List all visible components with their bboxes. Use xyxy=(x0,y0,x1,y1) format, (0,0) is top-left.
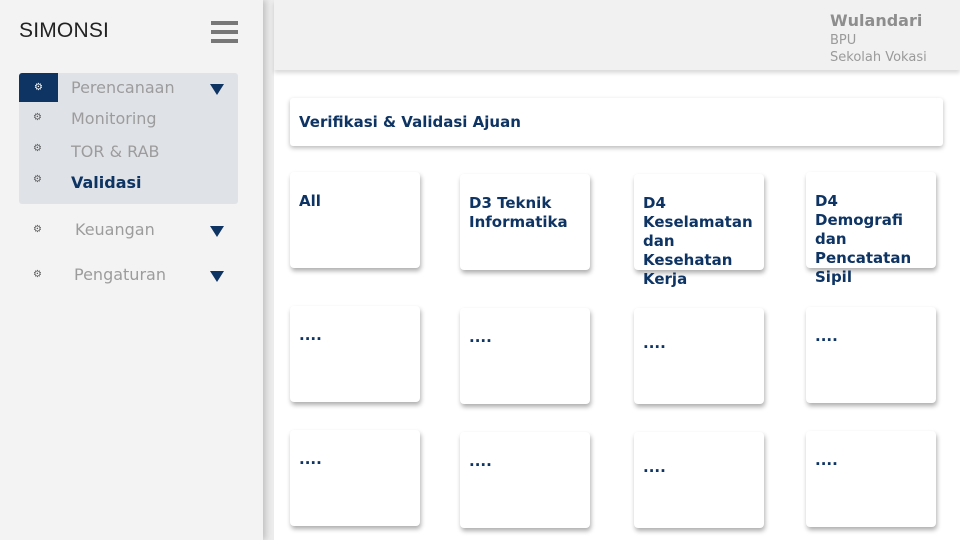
category-card-all[interactable]: All xyxy=(290,172,420,268)
category-card[interactable]: .... xyxy=(460,308,590,404)
card-label: .... xyxy=(643,334,666,352)
chevron-down-icon[interactable] xyxy=(210,226,224,237)
category-card[interactable]: .... xyxy=(290,306,420,402)
sidebar-item-monitoring[interactable]: Monitoring xyxy=(71,109,157,128)
category-card[interactable]: .... xyxy=(806,307,936,403)
card-label: .... xyxy=(815,327,838,345)
top-header: Wulandari BPU Sekolah Vokasi xyxy=(274,0,960,70)
sidebar-item-perencanaan[interactable]: Perencanaan xyxy=(71,78,175,97)
menu-icon: ⚙ xyxy=(33,174,42,185)
sidebar-item-validasi[interactable]: Validasi xyxy=(71,173,142,192)
menu-icon: ⚙ xyxy=(19,73,58,102)
page-title-card: Verifikasi & Validasi Ajuan xyxy=(290,98,943,146)
user-name[interactable]: Wulandari xyxy=(830,11,922,30)
card-label: .... xyxy=(815,451,838,469)
card-label: .... xyxy=(299,326,322,344)
user-role: BPU xyxy=(830,33,857,48)
sidebar-item-keuangan[interactable]: Keuangan xyxy=(75,220,155,239)
sidebar-item-pengaturan[interactable]: Pengaturan xyxy=(74,265,166,284)
card-label: .... xyxy=(643,458,666,476)
hamburger-menu-icon[interactable] xyxy=(211,21,238,43)
category-card[interactable]: .... xyxy=(460,432,590,528)
card-label: .... xyxy=(469,452,492,470)
card-label: .... xyxy=(299,450,322,468)
app-brand: SIMONSI xyxy=(19,19,110,42)
sidebar: SIMONSI ⚙ Perencanaan ⚙ Monitoring ⚙ TOR… xyxy=(0,0,263,540)
page-title: Verifikasi & Validasi Ajuan xyxy=(299,113,521,131)
category-card-d4-demografi[interactable]: D4 Demografi dan Pencatatan Sipil xyxy=(806,172,936,286)
chevron-down-icon[interactable] xyxy=(210,84,224,95)
category-card[interactable]: .... xyxy=(290,430,420,526)
category-card[interactable]: .... xyxy=(634,308,764,404)
category-card-d3-teknik-informatika[interactable]: D3 Teknik Informatika xyxy=(460,174,590,270)
chevron-down-icon[interactable] xyxy=(210,271,224,282)
main-content: Verifikasi & Validasi Ajuan All D3 Tekni… xyxy=(274,70,960,540)
category-card[interactable]: .... xyxy=(634,432,764,528)
card-label: .... xyxy=(469,328,492,346)
category-card-d4-k3[interactable]: D4 Keselamatan dan Kesehatan Kerja xyxy=(634,174,764,288)
menu-icon: ⚙ xyxy=(33,143,42,154)
menu-icon: ⚙ xyxy=(33,269,42,280)
menu-icon: ⚙ xyxy=(33,224,42,235)
card-label: All xyxy=(299,192,321,210)
menu-icon: ⚙ xyxy=(33,112,42,123)
user-unit: Sekolah Vokasi xyxy=(830,50,927,65)
category-card[interactable]: .... xyxy=(806,431,936,527)
card-label: D4 Demografi dan Pencatatan Sipil xyxy=(815,192,912,286)
card-label: D4 Keselamatan dan Kesehatan Kerja xyxy=(643,194,753,288)
sidebar-item-tor-rab[interactable]: TOR & RAB xyxy=(71,142,160,161)
card-label: D3 Teknik Informatika xyxy=(469,194,568,231)
